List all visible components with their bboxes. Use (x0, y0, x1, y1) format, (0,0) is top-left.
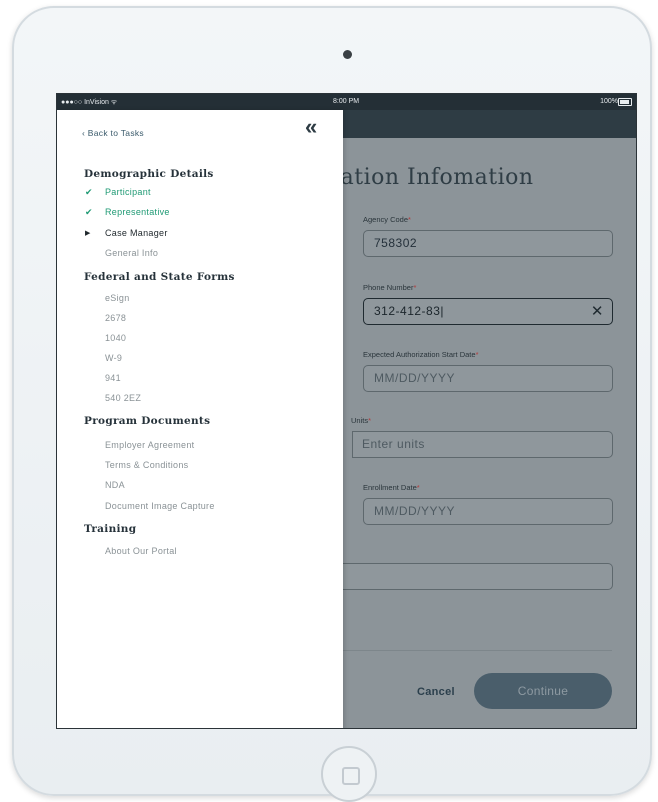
check-icon: ✔ (85, 187, 93, 197)
nav-item-document-image-capture[interactable]: Document Image Capture (105, 501, 215, 511)
nav-item-540-2ez[interactable]: 540 2EZ (105, 393, 141, 403)
nav-item-employer-agreement[interactable]: Employer Agreement (105, 440, 194, 450)
nav-item-representative[interactable]: ✔ Representative (85, 207, 170, 217)
units-input[interactable]: Enter units (352, 431, 613, 458)
units-divider (352, 432, 353, 457)
back-to-tasks-link[interactable]: ‹ Back to Tasks (82, 128, 144, 138)
phone-number-input[interactable]: 312-412-83| ✕ (363, 298, 613, 325)
nav-item-participant[interactable]: ✔ Participant (85, 187, 151, 197)
navigation-drawer: ‹ Back to Tasks « Demographic Details ✔ … (57, 110, 343, 728)
units-label: Units* (351, 416, 372, 425)
tablet-frame: ●●●○○ InVision ᯤ 8:00 PM 100% rization I… (12, 6, 652, 802)
camera-icon (343, 50, 352, 59)
section-demographic-details: Demographic Details (84, 168, 214, 180)
carrier-signal: ●●●○○ InVision ᯤ (61, 99, 118, 106)
check-icon: ✔ (85, 207, 93, 217)
battery-icon (618, 98, 632, 106)
additional-input[interactable] (342, 563, 613, 590)
status-time: 8:00 PM (333, 98, 360, 105)
start-date-label: Expected Authorization Start Date* (363, 350, 479, 359)
nav-item-general-info[interactable]: General Info (105, 248, 158, 258)
section-program-documents: Program Documents (84, 415, 211, 427)
nav-item-1040[interactable]: 1040 (105, 333, 126, 343)
phone-number-label: Phone Number* (363, 283, 417, 292)
clear-icon[interactable]: ✕ (591, 299, 604, 324)
phone-number-value: 312-412-83| (374, 304, 444, 318)
cancel-button[interactable]: Cancel (417, 686, 455, 698)
agency-code-label: Agency Code* (363, 215, 411, 224)
status-bar: ●●●○○ InVision ᯤ 8:00 PM 100% (57, 94, 636, 110)
enrollment-date-label: Enrollment Date* (363, 483, 420, 492)
form-divider (342, 650, 612, 651)
enrollment-date-input[interactable]: MM/DD/YYYY (363, 498, 613, 525)
nav-item-941[interactable]: 941 (105, 373, 121, 383)
nav-item-w9[interactable]: W-9 (105, 353, 122, 363)
section-federal-state-forms: Federal and State Forms (84, 271, 235, 283)
continue-button[interactable]: Continue (474, 673, 612, 709)
start-date-input[interactable]: MM/DD/YYYY (363, 365, 613, 392)
home-button[interactable] (321, 746, 377, 802)
nav-item-about-our-portal[interactable]: About Our Portal (105, 546, 177, 556)
units-placeholder: Enter units (362, 437, 425, 451)
nav-item-nda[interactable]: NDA (105, 480, 125, 490)
nav-item-terms-conditions[interactable]: Terms & Conditions (105, 460, 188, 470)
nav-item-2678[interactable]: 2678 (105, 313, 126, 323)
current-step-arrow-icon: ▶ (85, 230, 91, 237)
section-training: Training (84, 523, 137, 535)
app-screen: ●●●○○ InVision ᯤ 8:00 PM 100% rization I… (56, 93, 637, 729)
collapse-drawer-icon[interactable]: « (305, 114, 317, 140)
home-button-icon (342, 767, 360, 785)
battery-percent: 100% (600, 98, 618, 105)
nav-item-case-manager[interactable]: ▶ Case Manager (85, 228, 168, 238)
agency-code-input[interactable]: 758302 (363, 230, 613, 257)
page-title: rization Infomation (310, 165, 534, 190)
nav-item-esign[interactable]: eSign (105, 293, 130, 303)
